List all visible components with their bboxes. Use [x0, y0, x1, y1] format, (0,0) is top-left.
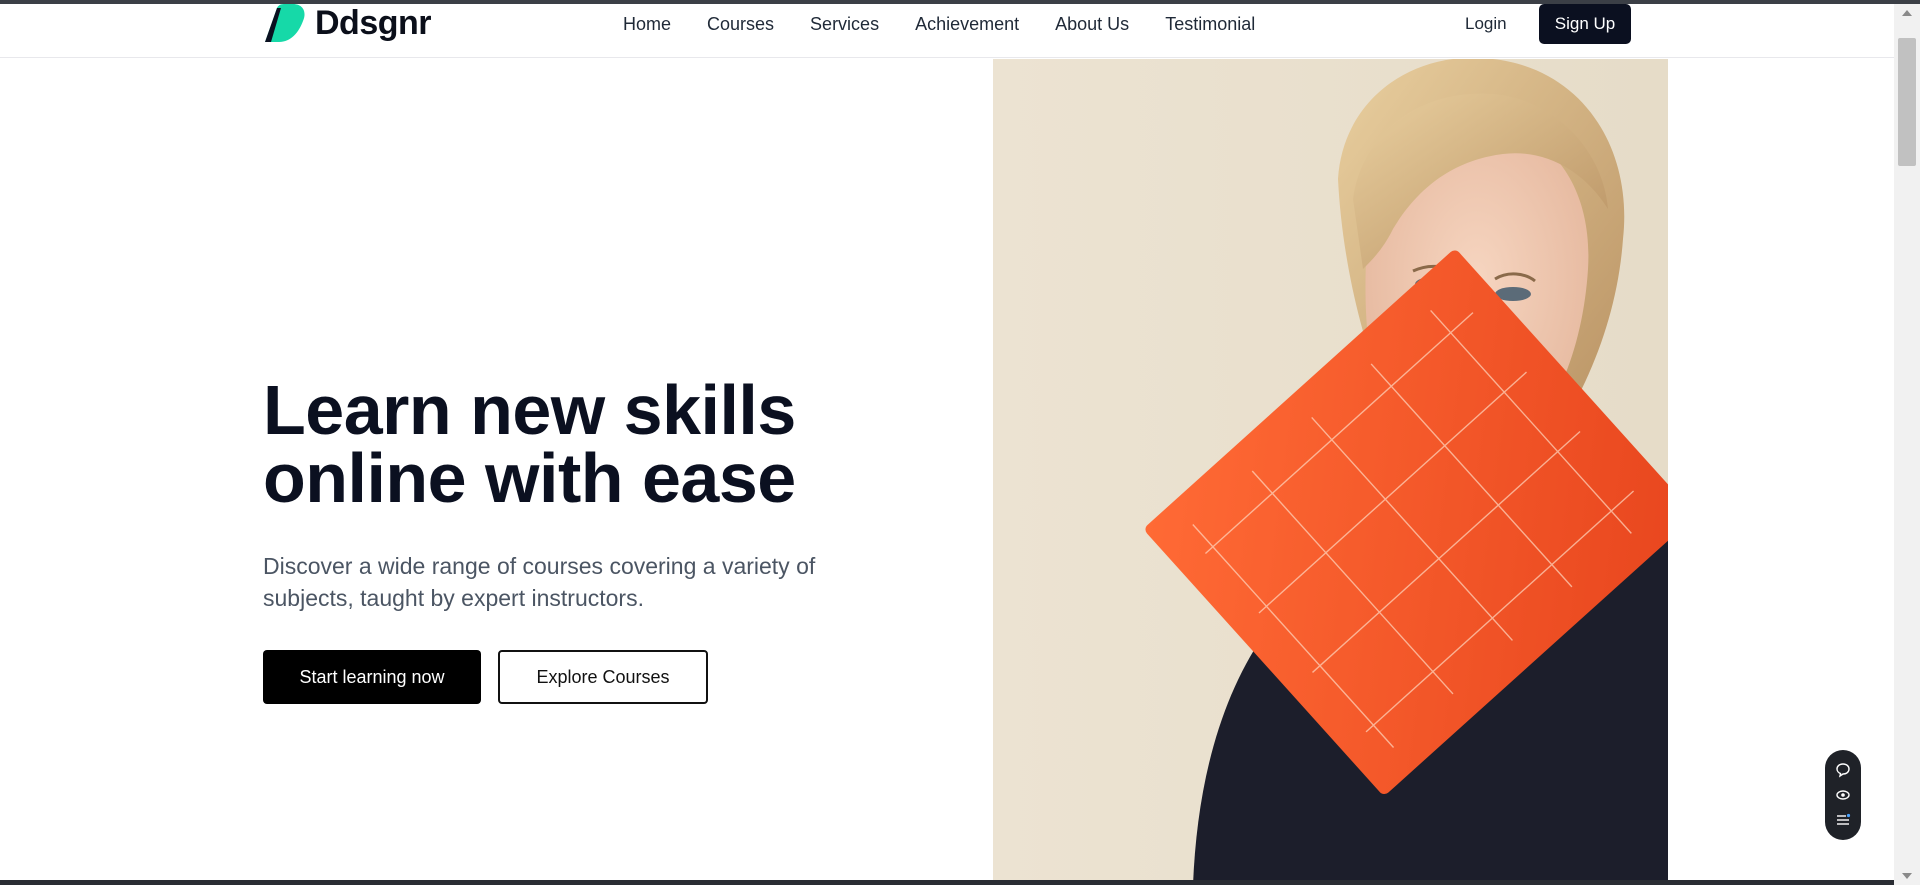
floating-toolbar [1825, 750, 1861, 840]
logo[interactable]: Ddsgnr [263, 3, 432, 42]
navbar: Ddsgnr Home Courses Services Achievement… [0, 4, 1894, 58]
nav-achievement[interactable]: Achievement [915, 12, 1019, 36]
eye-icon[interactable] [1834, 786, 1852, 804]
nav-testimonial[interactable]: Testimonial [1165, 12, 1255, 36]
scroll-up-arrow-icon[interactable] [1902, 10, 1912, 16]
scroll-down-arrow-icon[interactable] [1902, 873, 1912, 879]
page-scrollbar[interactable] [1894, 4, 1920, 885]
nav-courses[interactable]: Courses [707, 12, 774, 36]
brand-name: Ddsgnr [315, 3, 432, 42]
hero-title-line-1: Learn new skills [263, 371, 796, 449]
list-icon[interactable] [1834, 811, 1852, 829]
start-learning-button[interactable]: Start learning now [263, 650, 481, 704]
hero-subtitle: Discover a wide range of courses coverin… [263, 553, 816, 611]
nav-home[interactable]: Home [623, 12, 671, 36]
chat-icon[interactable] [1834, 761, 1852, 779]
browser-bottom-bar [0, 880, 1894, 885]
scroll-thumb[interactable] [1898, 38, 1916, 166]
login-link[interactable]: Login [1465, 12, 1507, 36]
hero-image [993, 59, 1668, 885]
explore-courses-button[interactable]: Explore Courses [498, 650, 708, 704]
nav-services[interactable]: Services [810, 12, 879, 36]
logo-mark-icon [265, 4, 305, 42]
hero-title: Learn new skills online with ease [263, 371, 883, 517]
signup-button[interactable]: Sign Up [1539, 4, 1631, 44]
hero-photo-illustration [993, 59, 1668, 885]
main-nav: Home Courses Services Achievement About … [623, 12, 1291, 36]
nav-about-us[interactable]: About Us [1055, 12, 1129, 36]
hero-title-line-2: online with ease [263, 439, 796, 517]
